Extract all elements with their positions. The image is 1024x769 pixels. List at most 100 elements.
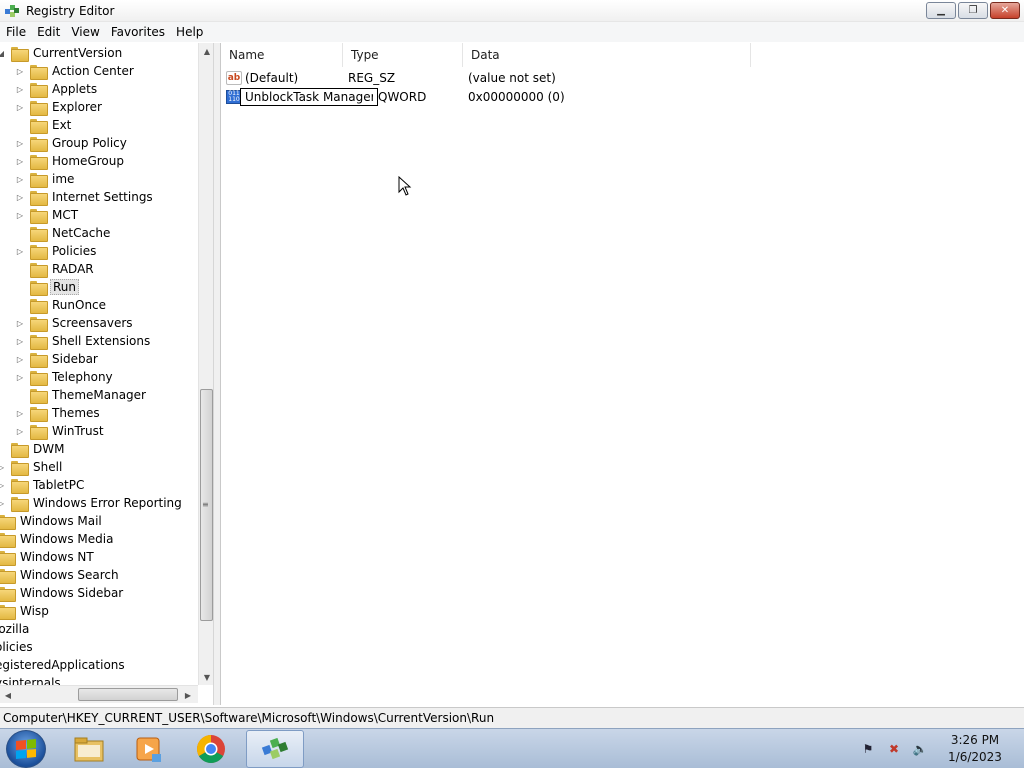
expand-arrow-icon[interactable]: ▷ [16, 422, 24, 440]
folder-icon [30, 406, 48, 422]
tree-item[interactable]: ▷ Group Policy [16, 134, 129, 152]
expand-arrow-icon[interactable]: ▷ [16, 332, 24, 350]
expand-arrow-icon[interactable]: ▷ [0, 494, 5, 512]
menu-file[interactable]: File [0, 25, 31, 39]
menu-bar: File Edit View Favorites Help [0, 22, 1024, 42]
expand-arrow-icon[interactable]: ▷ [0, 458, 5, 476]
column-header-data[interactable]: Data [463, 43, 751, 67]
tree-item[interactable]: ▷ Sidebar [16, 350, 100, 368]
tree-item[interactable]: Windows Media [0, 530, 115, 548]
tree-item[interactable]: ▷ WinTrust [16, 422, 106, 440]
expand-arrow-icon[interactable]: ▷ [16, 170, 24, 188]
menu-view[interactable]: View [65, 25, 104, 39]
expand-arrow-icon[interactable]: ▷ [16, 404, 24, 422]
tree-item[interactable]: egisteredApplications [0, 656, 127, 674]
tree-hscroll-thumb[interactable] [78, 688, 178, 701]
tree-item[interactable]: Windows NT [0, 548, 96, 566]
folder-icon [30, 244, 48, 260]
tree-item[interactable]: ▷ Windows Error Reporting [0, 494, 184, 512]
tree-item[interactable]: DWM [0, 440, 66, 458]
expand-arrow-icon[interactable]: ▷ [16, 350, 24, 368]
expand-arrow-icon[interactable]: ▷ [16, 188, 24, 206]
tree-item[interactable]: ▷ Telephony [16, 368, 115, 386]
tree-item[interactable]: ▷ Explorer [16, 98, 104, 116]
expand-arrow-icon[interactable]: ▷ [16, 62, 24, 80]
close-button[interactable]: ✕ [990, 2, 1020, 19]
tree-item[interactable]: ▷ Policies [16, 242, 98, 260]
tree-item-label: Sidebar [52, 352, 98, 366]
tree-item[interactable]: ▷ Themes [16, 404, 102, 422]
tree-item-label: Shell Extensions [52, 334, 151, 348]
taskbar-explorer[interactable] [60, 730, 118, 768]
tree-vertical-scrollbar[interactable]: ▲ ≡ ▼ [198, 43, 213, 685]
tree-item[interactable]: ▷ ime [16, 170, 76, 188]
tree-item[interactable]: ▷ Internet Settings [16, 188, 155, 206]
tree-item[interactable]: ◢ CurrentVersion [0, 44, 124, 62]
menu-edit[interactable]: Edit [31, 25, 65, 39]
taskbar-chrome[interactable] [182, 730, 240, 768]
tree-item-label: NetCache [52, 226, 111, 240]
taskbar-regedit[interactable] [246, 730, 304, 768]
collapse-arrow-icon[interactable]: ◢ [0, 44, 5, 62]
menu-favorites[interactable]: Favorites [105, 25, 170, 39]
folder-icon [30, 388, 48, 404]
tree-item[interactable]: ThemeManager [16, 386, 148, 404]
restore-button[interactable]: ❐ [958, 2, 988, 19]
minimize-button[interactable]: ▁ [926, 2, 956, 19]
tree-item[interactable]: ▷ MCT [16, 206, 80, 224]
expand-arrow-icon[interactable]: ▷ [16, 80, 24, 98]
taskbar: ⚑ ✖ 🔈 3:26 PM 1/6/2023 [0, 728, 1024, 768]
tree-item[interactable]: ▷ TabletPC [0, 476, 86, 494]
tree-item[interactable]: olicies [0, 638, 35, 656]
rename-value-input[interactable] [240, 88, 378, 106]
tree-item[interactable]: ▷ HomeGroup [16, 152, 126, 170]
expand-arrow-icon[interactable]: ▷ [16, 206, 24, 224]
folder-icon [30, 64, 48, 80]
tree-item-label: olicies [0, 640, 33, 654]
column-header-type[interactable]: Type [343, 43, 463, 67]
volume-icon[interactable]: 🔈 [912, 741, 928, 757]
scroll-right-arrow-icon[interactable]: ▶ [180, 686, 196, 704]
expand-arrow-icon[interactable]: ▷ [16, 98, 24, 116]
scroll-up-arrow-icon[interactable]: ▲ [199, 43, 213, 59]
scroll-down-arrow-icon[interactable]: ▼ [199, 669, 213, 685]
tree-item[interactable]: Windows Mail [0, 512, 104, 530]
tree-item[interactable]: ▷ Applets [16, 80, 99, 98]
expand-arrow-icon[interactable]: ▷ [16, 314, 24, 332]
registry-tree: ◢ CurrentVersion ▷ Action Center ▷ Applets ▷ Ex… [0, 43, 198, 685]
tree-horizontal-scrollbar[interactable]: ◀ ▶ [0, 685, 198, 703]
tree-item[interactable]: Wisp [0, 602, 51, 620]
tree-item[interactable]: ▷ Screensavers [16, 314, 135, 332]
tree-item[interactable]: RADAR [16, 260, 96, 278]
tree-item-label: Wisp [20, 604, 49, 618]
expand-arrow-icon[interactable]: ▷ [16, 242, 24, 260]
tree-item[interactable]: Windows Search [0, 566, 121, 584]
expand-arrow-icon[interactable]: ▷ [16, 134, 24, 152]
tree-item[interactable]: ▷ Action Center [16, 62, 136, 80]
tree-item[interactable]: ysinternals [0, 674, 63, 685]
folder-icon [0, 604, 16, 620]
tree-item[interactable]: NetCache [16, 224, 112, 242]
expand-arrow-icon[interactable]: ▷ [0, 476, 5, 494]
expand-arrow-icon[interactable]: ▷ [16, 152, 24, 170]
column-header-name[interactable]: Name [221, 43, 343, 67]
tree-item[interactable]: Run [16, 278, 80, 296]
tree-item[interactable]: lozilla [0, 620, 31, 638]
taskbar-media-player[interactable] [120, 730, 178, 768]
clock-date: 1/6/2023 [948, 750, 1002, 764]
folder-icon [30, 208, 48, 224]
network-disconnected-icon[interactable]: ✖ [886, 741, 902, 757]
menu-help[interactable]: Help [170, 25, 208, 39]
tree-item[interactable]: Ext [16, 116, 73, 134]
start-button[interactable] [6, 730, 46, 768]
tree-item[interactable]: Windows Sidebar [0, 584, 125, 602]
tree-item[interactable]: ▷ Shell Extensions [16, 332, 152, 350]
scroll-left-arrow-icon[interactable]: ◀ [0, 686, 16, 704]
tree-item[interactable]: RunOnce [16, 296, 108, 314]
taskbar-clock[interactable]: 3:26 PM 1/6/2023 [932, 732, 1018, 766]
tree-item[interactable]: ▷ Shell [0, 458, 64, 476]
action-center-icon[interactable]: ⚑ [860, 741, 876, 757]
value-type: REG_SZ [348, 70, 396, 85]
expand-arrow-icon[interactable]: ▷ [16, 368, 24, 386]
value-row[interactable]: ab (Default) REG_SZ (value not set) [221, 68, 556, 87]
